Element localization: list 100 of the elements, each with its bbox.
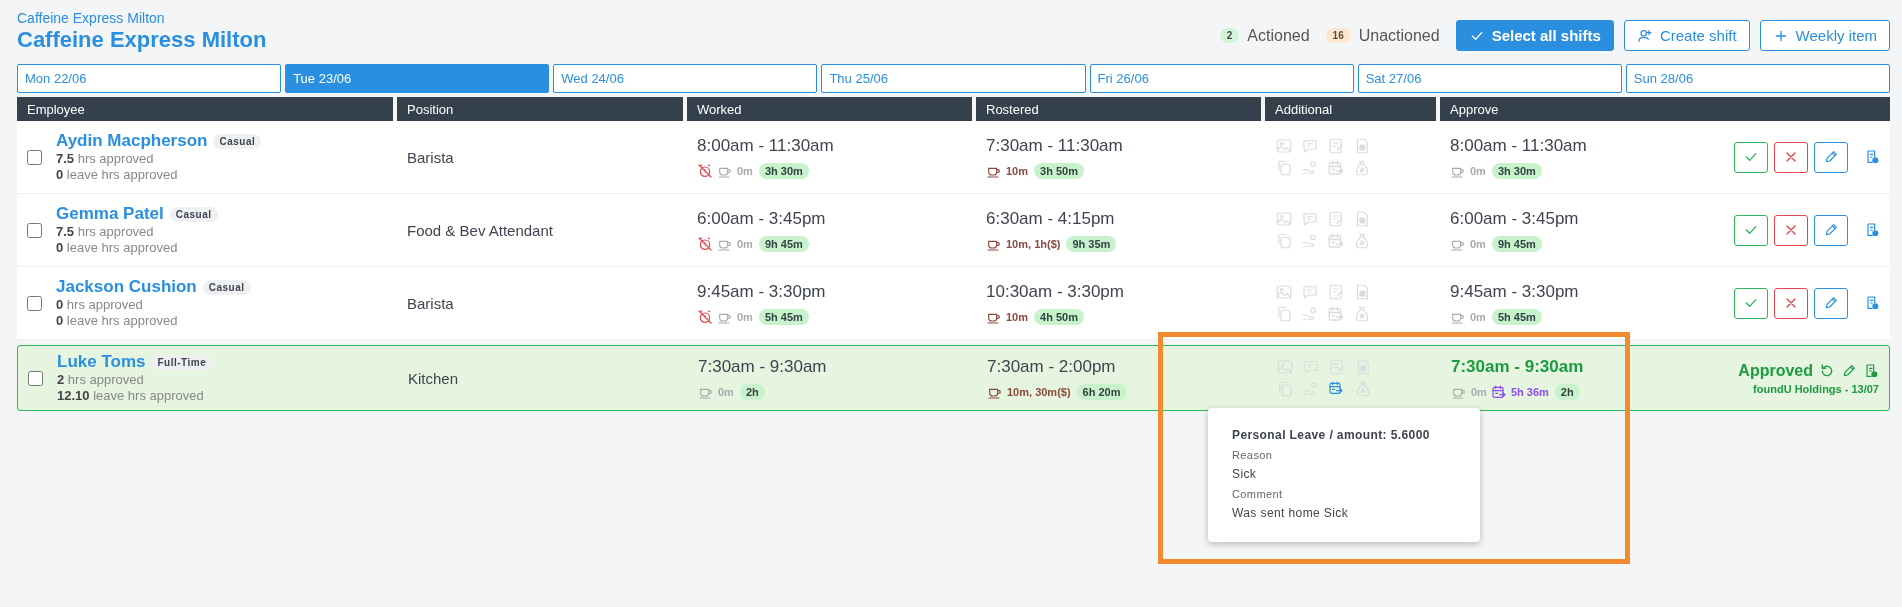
employee-name[interactable]: Gemma Patel xyxy=(56,204,164,224)
image-icon[interactable] xyxy=(1275,210,1293,228)
undo-icon[interactable] xyxy=(1819,362,1835,379)
company-caption: Caffeine Express Milton xyxy=(17,10,166,26)
column-header: Additional xyxy=(1265,97,1436,121)
break-time: 0m xyxy=(1470,310,1486,323)
hours-pill: 3h 50m xyxy=(1034,162,1084,179)
reject-button[interactable] xyxy=(1774,141,1808,173)
field-value: Sick xyxy=(1232,467,1258,481)
copy-icon[interactable] xyxy=(1275,305,1293,323)
weekly-item-button[interactable]: Weekly item xyxy=(1759,20,1890,51)
position-text: Kitchen xyxy=(408,369,459,387)
hours-pill: 6h 20m xyxy=(1076,383,1127,400)
column-header: Employee xyxy=(17,97,393,121)
approve-time: 9:45am - 3:30pm xyxy=(1450,281,1579,302)
day-tab[interactable]: Sun 28/06 xyxy=(1625,64,1890,93)
timesheet-icon[interactable] xyxy=(1864,149,1880,165)
approved-hours: 7.5 hrs approved xyxy=(56,151,155,167)
pencil-icon xyxy=(1823,149,1839,165)
employee-name[interactable]: Jackson Cushion xyxy=(56,277,197,297)
select-all-button[interactable]: Select all shifts xyxy=(1455,20,1614,51)
money-bag-icon[interactable] xyxy=(1353,232,1371,250)
employment-tag: Full-Time xyxy=(151,354,213,370)
image-icon[interactable] xyxy=(1275,283,1293,301)
day-tab[interactable]: Fri 26/06 xyxy=(1089,64,1354,93)
employee-name[interactable]: Aydin Macpherson xyxy=(56,131,208,151)
count-badge: 2 xyxy=(1219,28,1240,43)
copy-icon[interactable] xyxy=(1275,232,1293,250)
break-time: 10m, 1h($) xyxy=(1006,237,1061,250)
approve-button[interactable] xyxy=(1734,141,1768,173)
field-label: Comment xyxy=(1232,488,1284,500)
chat-icon[interactable] xyxy=(1301,210,1319,228)
break-time: 10m, 30m($) xyxy=(1007,385,1071,398)
edit-button[interactable] xyxy=(1814,214,1848,246)
employment-tag: Casual xyxy=(202,279,251,295)
day-tab[interactable]: Wed 24/06 xyxy=(553,64,818,93)
break-time: 0m xyxy=(1471,385,1487,398)
calendar-arrow-icon[interactable] xyxy=(1327,232,1345,250)
edit-button[interactable] xyxy=(1814,287,1848,319)
calendar-arrow-icon xyxy=(1490,383,1507,400)
employee-name[interactable]: Luke Toms xyxy=(57,352,146,372)
break-time: 0m xyxy=(737,237,753,250)
approved-hours: 2 hrs approved xyxy=(57,372,145,388)
approved-by: foundU Holdings - 13/07 xyxy=(1753,382,1879,395)
leave-hours: 12.10 leave hrs approved xyxy=(57,388,205,404)
rostered-time: 6:30am - 4:15pm xyxy=(986,208,1115,229)
pencil-icon[interactable] xyxy=(1841,362,1857,379)
row-checkbox[interactable] xyxy=(27,149,42,165)
page-title: Caffeine Express Milton xyxy=(17,27,267,53)
money-bag-icon[interactable] xyxy=(1353,159,1371,177)
leave-hours: 0 leave hrs approved xyxy=(56,167,179,183)
day-tab[interactable]: Tue 23/06 xyxy=(285,64,550,93)
note-icon[interactable] xyxy=(1327,137,1345,155)
break-time: 0m xyxy=(737,164,753,177)
break-time: 0m xyxy=(718,385,734,398)
money-bag-icon[interactable] xyxy=(1354,380,1372,398)
reject-button[interactable] xyxy=(1774,287,1808,319)
rostered-time: 7:30am - 2:00pm xyxy=(987,356,1116,377)
row-checkbox[interactable] xyxy=(28,370,43,386)
hours-pill: 2h xyxy=(1554,383,1580,400)
day-tab[interactable]: Sat 27/06 xyxy=(1357,64,1622,93)
employment-tag: Casual xyxy=(213,133,262,149)
edit-button[interactable] xyxy=(1814,141,1848,173)
row-checkbox[interactable] xyxy=(27,295,42,311)
leave-time: 5h 36m xyxy=(1510,385,1549,398)
hours-pill: 5h 45m xyxy=(758,308,809,325)
calendar-arrow-icon[interactable] xyxy=(1328,380,1344,396)
counter-label: Unactioned xyxy=(1358,26,1440,45)
tooltip-title: Personal Leave / amount: 5.6000 xyxy=(1232,428,1431,442)
copy-icon[interactable] xyxy=(1276,380,1294,398)
calendar-arrow-icon[interactable] xyxy=(1327,305,1345,323)
chat-icon[interactable] xyxy=(1301,137,1319,155)
approve-button[interactable] xyxy=(1734,214,1768,246)
person-plus-icon xyxy=(1636,27,1653,44)
chat-icon[interactable] xyxy=(1302,358,1320,376)
break-time: 10m xyxy=(1006,164,1029,177)
create-shift-button[interactable]: Create shift xyxy=(1623,20,1750,51)
break-time: 0m xyxy=(737,310,753,323)
calendar-arrow-icon[interactable] xyxy=(1327,159,1345,177)
rostered-time: 10:30am - 3:30pm xyxy=(986,281,1124,302)
day-tab[interactable]: Thu 25/06 xyxy=(821,64,1086,93)
note-icon[interactable] xyxy=(1327,210,1345,228)
counter-label: Actioned xyxy=(1247,26,1310,45)
timesheet-icon[interactable] xyxy=(1864,295,1880,311)
hours-pill: 2h xyxy=(739,383,765,400)
approve-button[interactable] xyxy=(1734,287,1768,319)
image-icon[interactable] xyxy=(1275,137,1293,155)
row-checkbox[interactable] xyxy=(27,222,42,238)
timesheet-icon[interactable] xyxy=(1863,362,1879,379)
chat-icon[interactable] xyxy=(1301,283,1319,301)
day-tab[interactable]: Mon 22/06 xyxy=(17,64,282,93)
money-bag-icon[interactable] xyxy=(1353,305,1371,323)
copy-icon[interactable] xyxy=(1275,159,1293,177)
position-text: Barista xyxy=(407,294,454,312)
image-icon[interactable] xyxy=(1276,358,1294,376)
hours-pill: 3h 30m xyxy=(758,162,809,179)
note-icon[interactable] xyxy=(1327,283,1345,301)
timesheet-icon[interactable] xyxy=(1864,222,1880,238)
rostered-time: 7:30am - 11:30am xyxy=(986,135,1123,156)
reject-button[interactable] xyxy=(1774,214,1808,246)
